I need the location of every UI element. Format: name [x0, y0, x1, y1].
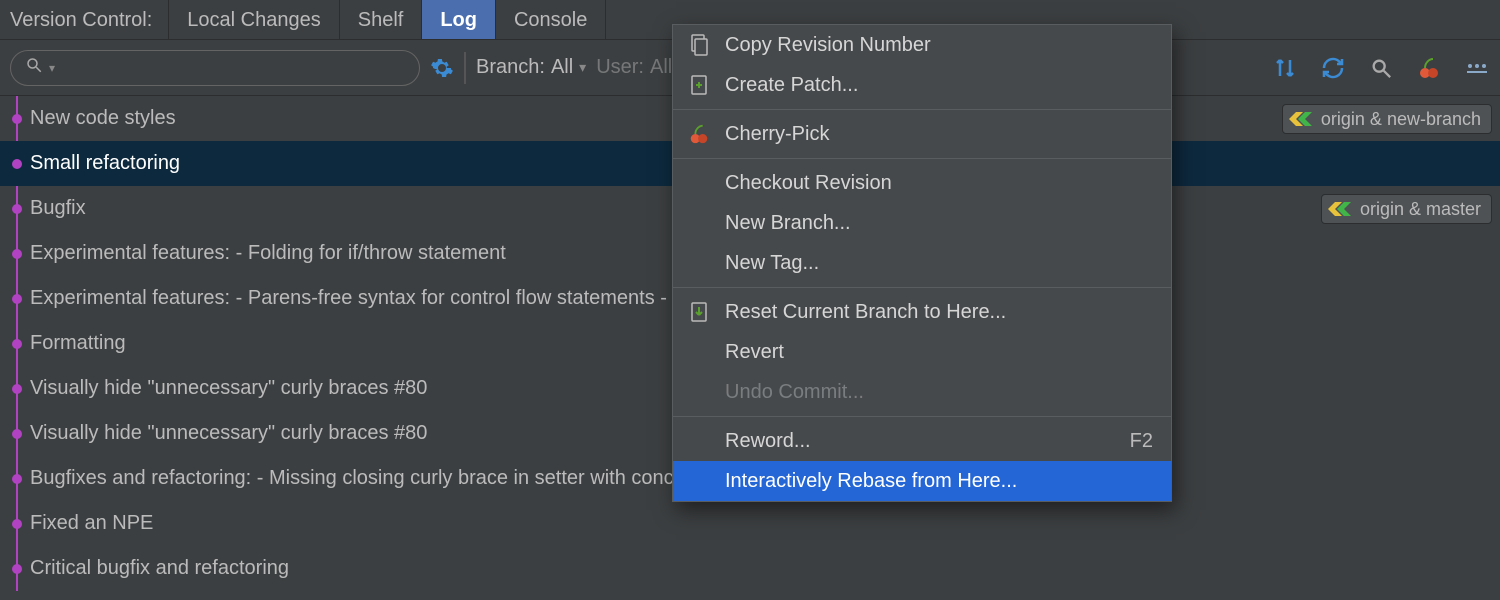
commit-message: Visually hide "unnecessary" curly braces…	[30, 422, 427, 445]
branch-tag[interactable]: origin & master	[1321, 194, 1492, 224]
refresh-icon[interactable]	[1320, 55, 1346, 81]
cherry-icon	[687, 122, 711, 146]
menu-item[interactable]: Interactively Rebase from Here...	[673, 461, 1171, 501]
menu-item-label: New Tag...	[725, 252, 819, 275]
commit-row[interactable]: Critical bugfix and refactoring	[0, 546, 1500, 591]
search-icon	[25, 56, 43, 80]
commit-message: Visually hide "unnecessary" curly braces…	[30, 377, 427, 400]
menu-item[interactable]: New Branch...	[673, 203, 1171, 243]
menu-separator	[673, 287, 1171, 288]
commit-message: Critical bugfix and refactoring	[30, 557, 289, 580]
reset-icon	[687, 300, 711, 324]
filter-branch[interactable]: Branch: All ▾	[476, 56, 586, 79]
log-search-input[interactable]	[61, 57, 405, 78]
menu-item-label: Checkout Revision	[725, 172, 892, 195]
commit-message: Experimental features: - Folding for if/…	[30, 242, 506, 265]
chevron-down-icon: ▾	[579, 59, 586, 76]
branch-tag[interactable]: origin & new-branch	[1282, 104, 1492, 134]
separator	[464, 52, 466, 84]
context-menu: Copy Revision Number Create Patch... Cherr…	[672, 24, 1172, 502]
commit-message: New code styles	[30, 107, 176, 130]
menu-item[interactable]: Reword... F2	[673, 421, 1171, 461]
tab-local-changes[interactable]: Local Changes	[168, 0, 338, 39]
menu-item[interactable]: Revert	[673, 332, 1171, 372]
tag-icon	[1328, 200, 1354, 218]
commit-message: Fixed an NPE	[30, 512, 153, 535]
log-search-box[interactable]: ▾	[10, 50, 420, 86]
tag-icon	[1289, 110, 1315, 128]
commit-message: Small refactoring	[30, 152, 180, 175]
menu-item-shortcut: F2	[1130, 430, 1153, 453]
menu-item-label: Create Patch...	[725, 74, 858, 97]
menu-item: Undo Commit...	[673, 372, 1171, 412]
menu-item-label: Revert	[725, 341, 784, 364]
chevron-down-icon[interactable]: ▾	[49, 61, 55, 75]
menu-item[interactable]: Reset Current Branch to Here...	[673, 292, 1171, 332]
menu-item[interactable]: Create Patch...	[673, 65, 1171, 105]
gear-icon[interactable]	[430, 56, 454, 80]
menu-item[interactable]: Checkout Revision	[673, 163, 1171, 203]
copy-icon	[687, 33, 711, 57]
menu-item-label: Cherry-Pick	[725, 123, 829, 146]
reorder-icon[interactable]	[1272, 55, 1298, 81]
menu-item-label: Copy Revision Number	[725, 34, 931, 57]
log-toolbar	[1272, 55, 1490, 81]
commit-row[interactable]: Fixed an NPE	[0, 501, 1500, 546]
menu-item-label: New Branch...	[725, 212, 851, 235]
branch-tag-label: origin & master	[1360, 199, 1481, 220]
menu-separator	[673, 109, 1171, 110]
menu-item-label: Reset Current Branch to Here...	[725, 301, 1006, 324]
menu-item-label: Interactively Rebase from Here...	[725, 470, 1017, 493]
tool-window-title: Version Control:	[0, 0, 168, 39]
menu-separator	[673, 158, 1171, 159]
menu-separator	[673, 416, 1171, 417]
tab-log[interactable]: Log	[421, 0, 495, 39]
branch-tag-label: origin & new-branch	[1321, 109, 1481, 130]
patch-icon	[687, 73, 711, 97]
tab-shelf[interactable]: Shelf	[339, 0, 422, 39]
menu-item-label: Undo Commit...	[725, 381, 864, 404]
cherry-icon[interactable]	[1416, 55, 1442, 81]
find-icon[interactable]	[1368, 55, 1394, 81]
menu-item-label: Reword...	[725, 430, 811, 453]
more-icon[interactable]	[1464, 55, 1490, 81]
menu-item[interactable]: Copy Revision Number	[673, 25, 1171, 65]
commit-message: Formatting	[30, 332, 126, 355]
menu-item[interactable]: New Tag...	[673, 243, 1171, 283]
menu-item[interactable]: Cherry-Pick	[673, 114, 1171, 154]
commit-message: Bugfix	[30, 197, 86, 220]
tab-console[interactable]: Console	[495, 0, 606, 39]
